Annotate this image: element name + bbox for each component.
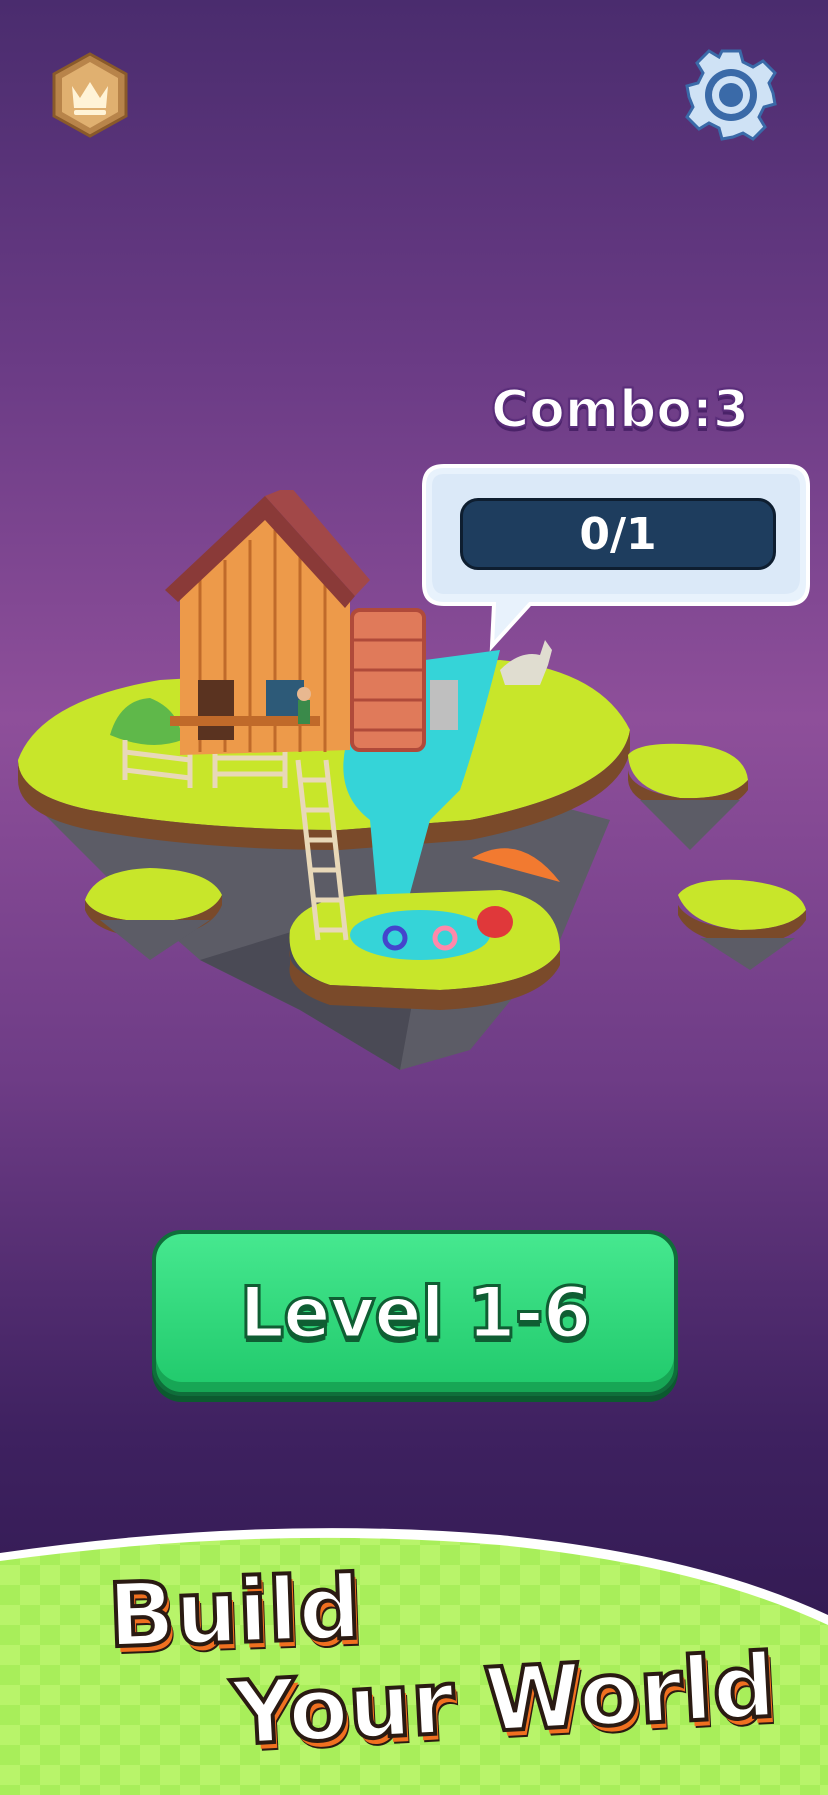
settings-button[interactable]: [682, 46, 780, 144]
crown-button[interactable]: [52, 52, 128, 138]
gear-icon: [685, 49, 777, 141]
level-button-label: Level 1-6: [238, 1271, 593, 1356]
tagline-line-1: Build: [104, 1554, 364, 1670]
crown-icon: [52, 52, 128, 138]
play-level-button[interactable]: Level 1-6: [152, 1230, 678, 1396]
floating-island-scene: [18, 490, 806, 1070]
combo-counter: Combo:3: [490, 379, 750, 441]
